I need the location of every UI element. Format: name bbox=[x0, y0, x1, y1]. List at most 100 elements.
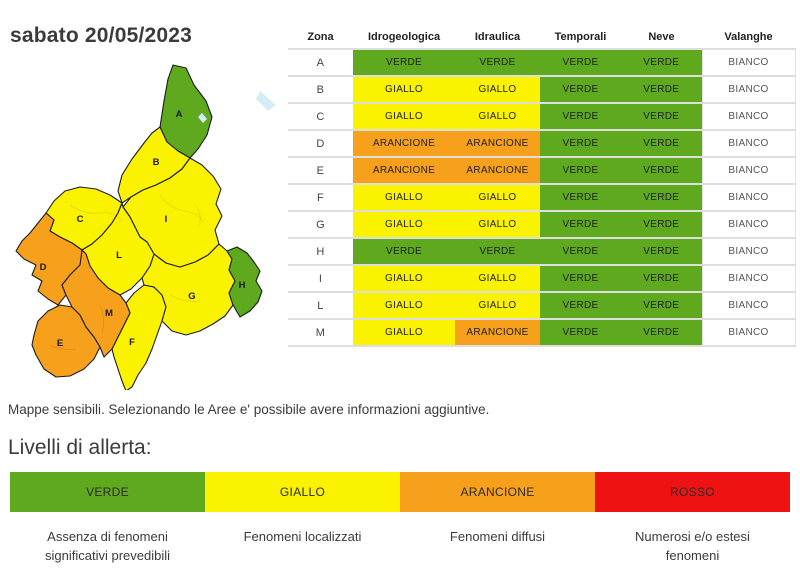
alert-level-cell: VERDE bbox=[353, 238, 455, 265]
alert-level-cell: VERDE bbox=[540, 265, 621, 292]
zone-label-cell: C bbox=[288, 103, 353, 130]
table-row: AVERDEVERDEVERDEVERDEBIANCO bbox=[288, 49, 795, 76]
alert-level-cell: GIALLO bbox=[353, 103, 455, 130]
column-header: Temporali bbox=[540, 25, 621, 49]
alert-level-cell: VERDE bbox=[621, 265, 702, 292]
alert-level-cell: GIALLO bbox=[353, 211, 455, 238]
alert-zones-map: A B C D E F G H I L M bbox=[10, 55, 290, 390]
alert-level-cell: BIANCO bbox=[702, 184, 795, 211]
zone-label-cell: I bbox=[288, 265, 353, 292]
legend-description: Assenza di fenomeni significativi preved… bbox=[10, 528, 205, 566]
zone-label-cell: A bbox=[288, 49, 353, 76]
alert-level-cell: VERDE bbox=[455, 238, 540, 265]
zone-label-cell: D bbox=[288, 130, 353, 157]
alert-level-cell: BIANCO bbox=[702, 103, 795, 130]
legend-heading: Livelli di allerta: bbox=[8, 436, 152, 460]
alert-level-cell: BIANCO bbox=[702, 238, 795, 265]
map-zone-label-e: E bbox=[57, 338, 63, 349]
lake-shape bbox=[256, 91, 276, 111]
alert-level-cell: BIANCO bbox=[702, 49, 795, 76]
legend-description: Fenomeni localizzati bbox=[205, 528, 400, 547]
column-header: Idrogeologica bbox=[353, 25, 455, 49]
column-header: Valanghe bbox=[702, 25, 795, 49]
alert-level-cell: VERDE bbox=[621, 184, 702, 211]
map-zone-label-g: G bbox=[188, 291, 195, 302]
alert-level-cell: VERDE bbox=[540, 292, 621, 319]
map-zone-label-l: L bbox=[116, 250, 122, 261]
alert-level-cell: BIANCO bbox=[702, 76, 795, 103]
zone-label-cell: E bbox=[288, 157, 353, 184]
alert-level-cell: VERDE bbox=[621, 211, 702, 238]
alert-level-cell: VERDE bbox=[540, 130, 621, 157]
alert-level-cell: VERDE bbox=[540, 238, 621, 265]
zone-label-cell: G bbox=[288, 211, 353, 238]
alert-level-cell: GIALLO bbox=[455, 292, 540, 319]
alert-level-cell: GIALLO bbox=[455, 184, 540, 211]
alert-level-cell: BIANCO bbox=[702, 292, 795, 319]
map-zone-label-i: I bbox=[165, 214, 168, 225]
piedmont-map-svg: A B C D E F G H I L M bbox=[10, 55, 290, 390]
column-header: Zona bbox=[288, 25, 353, 49]
alert-bulletin-page: sabato 20/05/2023 A bbox=[0, 0, 800, 569]
alert-level-cell: GIALLO bbox=[353, 292, 455, 319]
alert-level-cell: VERDE bbox=[621, 76, 702, 103]
alert-level-cell: GIALLO bbox=[455, 103, 540, 130]
map-zone-label-c: C bbox=[77, 214, 84, 225]
zone-label-cell: L bbox=[288, 292, 353, 319]
alert-level-cell: VERDE bbox=[540, 319, 621, 346]
alert-level-cell: VERDE bbox=[621, 103, 702, 130]
column-header: Idraulica bbox=[455, 25, 540, 49]
legend-description: Numerosi e/o estesi fenomeni bbox=[595, 528, 790, 566]
table-row: HVERDEVERDEVERDEVERDEBIANCO bbox=[288, 238, 795, 265]
table-row: LGIALLOGIALLOVERDEVERDEBIANCO bbox=[288, 292, 795, 319]
zone-label-cell: M bbox=[288, 319, 353, 346]
alert-level-cell: ARANCIONE bbox=[353, 130, 455, 157]
table-row: BGIALLOGIALLOVERDEVERDEBIANCO bbox=[288, 76, 795, 103]
table-row: FGIALLOGIALLOVERDEVERDEBIANCO bbox=[288, 184, 795, 211]
legend-item: GIALLO Fenomeni localizzati bbox=[205, 472, 400, 566]
table-row: GGIALLOGIALLOVERDEVERDEBIANCO bbox=[288, 211, 795, 238]
legend-label: VERDE bbox=[86, 485, 129, 499]
map-zone-label-f: F bbox=[129, 337, 135, 348]
alert-level-cell: ARANCIONE bbox=[455, 130, 540, 157]
table-row: CGIALLOGIALLOVERDEVERDEBIANCO bbox=[288, 103, 795, 130]
legend-label: GIALLO bbox=[280, 485, 325, 499]
alert-level-cell: GIALLO bbox=[455, 211, 540, 238]
alert-level-cell: GIALLO bbox=[455, 76, 540, 103]
map-zone-label-b: B bbox=[153, 157, 160, 168]
alert-level-cell: ARANCIONE bbox=[455, 157, 540, 184]
alert-level-cell: BIANCO bbox=[702, 130, 795, 157]
legend-item: ARANCIONE Fenomeni diffusi bbox=[400, 472, 595, 566]
table-row: MGIALLOARANCIONEVERDEVERDEBIANCO bbox=[288, 319, 795, 346]
alert-level-cell: BIANCO bbox=[702, 211, 795, 238]
alert-levels-table: ZonaIdrogeologicaIdraulicaTemporaliNeveV… bbox=[288, 25, 796, 347]
legend-description: Fenomeni diffusi bbox=[400, 528, 595, 547]
sensitive-map-note: Mappe sensibili. Selezionando le Aree e'… bbox=[8, 402, 489, 417]
alert-levels-legend: VERDE Assenza di fenomeni significativi p… bbox=[10, 472, 790, 566]
zone-label-cell: B bbox=[288, 76, 353, 103]
map-zone-label-d: D bbox=[40, 262, 47, 273]
alert-level-cell: BIANCO bbox=[702, 319, 795, 346]
alert-level-cell: GIALLO bbox=[353, 184, 455, 211]
column-header: Neve bbox=[621, 25, 702, 49]
alert-level-cell: GIALLO bbox=[353, 76, 455, 103]
legend-color-block: ARANCIONE bbox=[400, 472, 595, 512]
legend-label: ARANCIONE bbox=[460, 485, 534, 499]
alert-level-cell: BIANCO bbox=[702, 157, 795, 184]
alert-level-cell: VERDE bbox=[621, 238, 702, 265]
alert-level-cell: BIANCO bbox=[702, 265, 795, 292]
map-zone-label-a: A bbox=[176, 109, 183, 120]
alert-level-cell: VERDE bbox=[455, 49, 540, 76]
map-zone-label-h: H bbox=[239, 280, 246, 291]
alert-level-cell: VERDE bbox=[621, 292, 702, 319]
table-row: EARANCIONEARANCIONEVERDEVERDEBIANCO bbox=[288, 157, 795, 184]
alert-level-cell: ARANCIONE bbox=[353, 157, 455, 184]
alert-level-cell: VERDE bbox=[540, 157, 621, 184]
legend-item: VERDE Assenza di fenomeni significativi p… bbox=[10, 472, 205, 566]
zone-label-cell: F bbox=[288, 184, 353, 211]
alert-level-cell: VERDE bbox=[540, 76, 621, 103]
legend-color-block: GIALLO bbox=[205, 472, 400, 512]
table-header-row: ZonaIdrogeologicaIdraulicaTemporaliNeveV… bbox=[288, 25, 795, 49]
legend-label: ROSSO bbox=[670, 485, 715, 499]
alert-level-cell: VERDE bbox=[621, 49, 702, 76]
